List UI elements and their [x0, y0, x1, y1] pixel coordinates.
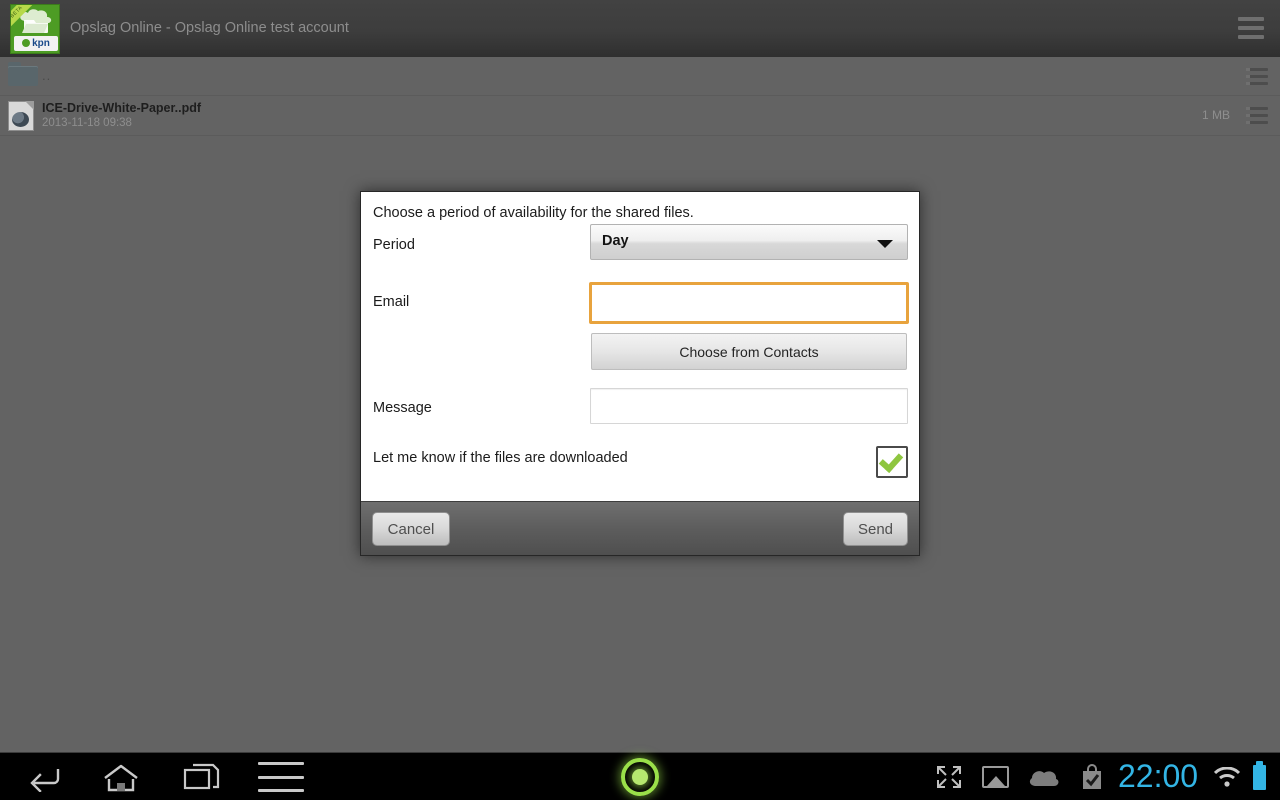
recording-indicator-core — [632, 769, 648, 785]
row-actions-icon[interactable] — [1246, 107, 1268, 124]
email-label: Email — [373, 294, 410, 310]
nav-menu-bar — [258, 789, 304, 792]
kpn-dot-icon — [22, 39, 31, 47]
list-item[interactable]: ICE-Drive-White-Paper..pdf 2013-11-18 09… — [0, 96, 1280, 136]
nav-menu-bar — [258, 762, 304, 765]
recent-apps-icon[interactable] — [180, 762, 222, 792]
play-store-glyph — [1083, 764, 1101, 789]
cancel-button[interactable]: Cancel — [372, 512, 450, 546]
checkmark-icon — [878, 448, 904, 473]
list-item-name: .. — [42, 68, 52, 83]
row-actions-bar — [1246, 107, 1268, 110]
list-item-date: 2013-11-18 09:38 — [42, 117, 132, 129]
row-actions-bar — [1246, 121, 1268, 124]
home-icon[interactable] — [100, 762, 142, 792]
app-title-text: Opslag Online - Opslag Online test accou… — [70, 20, 349, 36]
chevron-down-icon — [877, 240, 893, 248]
folder-glyph — [8, 62, 38, 86]
kpn-brand-label: kpn — [32, 38, 50, 49]
play-store-icon[interactable] — [1080, 764, 1104, 790]
list-item-name: ICE-Drive-White-Paper..pdf — [42, 101, 202, 115]
status-clock: 22:00 — [1118, 758, 1199, 794]
wifi-icon[interactable] — [1213, 766, 1241, 788]
cloud-folder-icon: BETA kpn — [10, 4, 60, 54]
list-item-size: 1 MB — [1201, 108, 1230, 122]
dialog-footer: Cancel Send — [361, 501, 919, 555]
hamburger-bar — [1238, 35, 1264, 39]
row-actions-bar — [1246, 75, 1268, 78]
hamburger-menu-icon[interactable] — [1238, 17, 1264, 39]
fullscreen-icon[interactable] — [935, 764, 963, 790]
hamburger-bar — [1238, 17, 1264, 21]
app-title-bar: BETA kpn Opslag Online - Opslag Online t… — [0, 0, 1280, 57]
notify-checkbox[interactable] — [876, 446, 908, 478]
hamburger-bar — [1238, 26, 1264, 30]
image-icon[interactable] — [982, 766, 1009, 788]
folder-icon — [8, 62, 38, 86]
back-arrow-glyph — [30, 769, 60, 793]
period-label: Period — [373, 237, 415, 253]
cloud-glyph — [1029, 771, 1059, 786]
row-actions-bar — [1246, 114, 1268, 117]
pdf-thumbnail — [12, 112, 29, 127]
row-actions-bar — [1246, 68, 1268, 71]
nav-menu-icon[interactable] — [258, 762, 304, 792]
period-selected-value: Day — [602, 233, 629, 249]
recent-apps-glyph — [183, 763, 220, 790]
kpn-brand-badge: kpn — [14, 36, 58, 51]
file-list: .. ICE-Drive-White-Paper..pdf 2013-11-18… — [0, 57, 1280, 136]
image-mountain-glyph — [987, 776, 1005, 786]
row-actions-icon[interactable] — [1246, 68, 1268, 85]
folder-body — [8, 66, 38, 86]
row-actions-bar — [1246, 82, 1268, 85]
nav-menu-bar — [258, 775, 304, 779]
fullscreen-glyph — [937, 766, 961, 788]
battery-icon[interactable] — [1253, 761, 1266, 790]
back-icon[interactable] — [22, 762, 64, 793]
period-select[interactable]: Day — [590, 224, 908, 260]
share-dialog: Choose a period of availability for the … — [360, 191, 920, 556]
message-label: Message — [373, 400, 432, 416]
cloud-icon[interactable] — [1028, 767, 1060, 787]
pdf-glyph — [8, 101, 34, 131]
page-fold — [25, 101, 34, 110]
recording-indicator-icon — [621, 758, 659, 796]
list-item[interactable]: .. — [0, 57, 1280, 96]
home-glyph — [104, 764, 138, 792]
pdf-file-icon — [8, 101, 34, 131]
wifi-glyph — [1213, 766, 1241, 787]
notify-label: Let me know if the files are downloaded — [373, 450, 628, 466]
dialog-prompt-text: Choose a period of availability for the … — [373, 205, 694, 221]
choose-from-contacts-button[interactable]: Choose from Contacts — [591, 333, 907, 370]
email-input[interactable] — [589, 282, 909, 324]
share-dialog-body: Choose a period of availability for the … — [361, 192, 919, 502]
screen-root: BETA kpn Opslag Online - Opslag Online t… — [0, 0, 1280, 800]
message-input[interactable] — [590, 388, 908, 424]
send-button[interactable]: Send — [843, 512, 908, 546]
